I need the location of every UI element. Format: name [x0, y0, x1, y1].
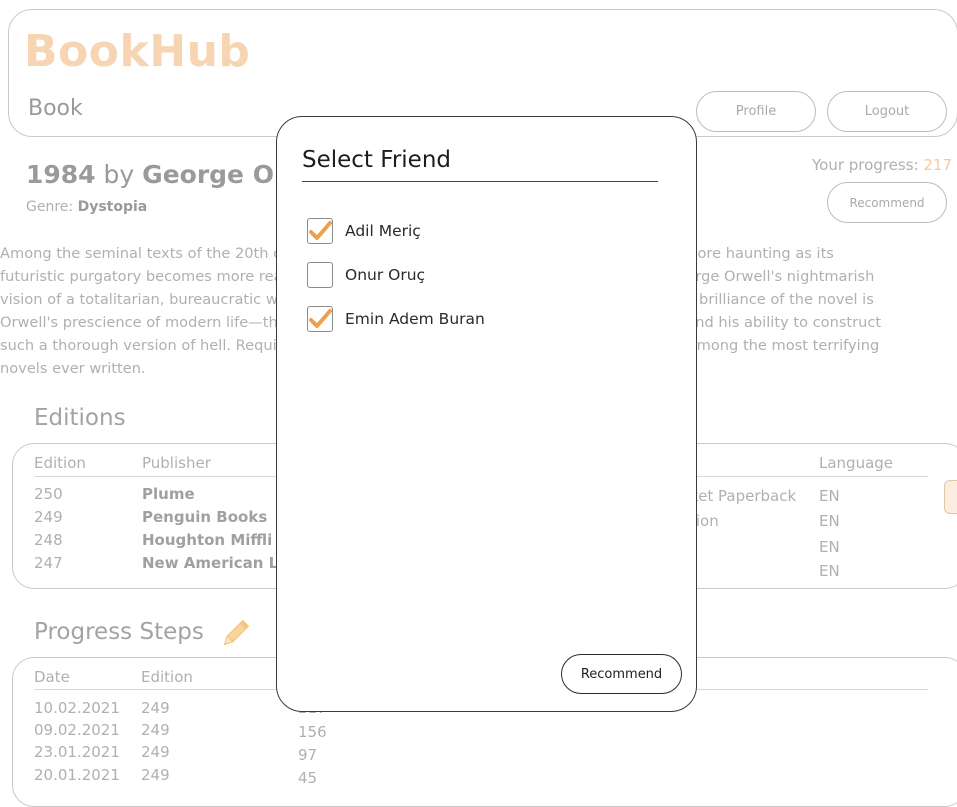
progress-label: Your progress:: [812, 156, 919, 174]
friend-item[interactable]: Emin Adem Buran: [307, 305, 485, 333]
friend-checkbox-checked[interactable]: [307, 218, 333, 244]
recommend-button[interactable]: Recommend: [827, 182, 947, 223]
genre-value: Dystopia: [77, 199, 148, 215]
progress-value: 217: [923, 156, 953, 174]
editions-col-edition: Edition: [34, 454, 86, 472]
logout-button[interactable]: Logout: [827, 91, 947, 132]
genre-label: Genre:: [26, 199, 74, 215]
friend-checkbox-checked[interactable]: [307, 306, 333, 332]
check-icon: [309, 309, 332, 328]
editions-col-publisher: Publisher: [142, 454, 211, 472]
progress-edition-cell: 249: [141, 766, 170, 784]
progress-page-cell: 45: [298, 769, 318, 787]
select-friend-modal: [276, 116, 697, 712]
progress-edition-cell: 249: [141, 721, 170, 739]
book-genre: Genre: Dystopia: [26, 199, 147, 215]
progress-date-cell: 10.02.2021: [34, 699, 120, 717]
language-cell: EN: [819, 487, 840, 505]
progress-date-cell: 23.01.2021: [34, 743, 120, 761]
profile-button[interactable]: Profile: [696, 91, 816, 132]
modal-recommend-button[interactable]: Recommend: [561, 654, 682, 694]
user-progress: Your progress: 217: [812, 156, 952, 174]
check-icon: [309, 221, 332, 240]
progress-steps-title: Progress Steps: [34, 619, 204, 645]
app-logo: BookHub: [24, 26, 251, 77]
friend-checkbox-unchecked[interactable]: [307, 262, 333, 288]
pencil-icon-graphic: [223, 619, 250, 646]
edition-cell: 248: [34, 531, 63, 549]
progress-edition-cell: 249: [141, 699, 170, 717]
language-cell: EN: [819, 538, 840, 556]
publisher-cell: Penguin Books: [142, 508, 268, 526]
publisher-cell: New American L: [142, 554, 279, 572]
editions-title: Editions: [34, 405, 126, 431]
modal-title: Select Friend: [302, 147, 451, 173]
progress-edition-cell: 249: [141, 743, 170, 761]
friend-name: Emin Adem Buran: [345, 310, 485, 328]
friend-name: Adil Meriç: [345, 222, 421, 240]
format-cell: ket Paperback: [690, 487, 797, 505]
publisher-cell: Houghton Miffli: [142, 531, 273, 549]
publisher-cell: Plume: [142, 485, 195, 503]
scroll-handle[interactable]: [944, 480, 957, 514]
progress-page-cell: 156: [298, 723, 327, 741]
edition-cell: 250: [34, 485, 63, 503]
book-by: by: [103, 160, 135, 189]
edition-cell: 249: [34, 508, 63, 526]
progress-col-edition: Edition: [141, 668, 193, 686]
progress-date-cell: 20.01.2021: [34, 766, 120, 784]
progress-col-date: Date: [34, 668, 70, 686]
friend-item[interactable]: Adil Meriç: [307, 217, 421, 245]
modal-title-divider: [302, 181, 658, 182]
edition-cell: 247: [34, 554, 63, 572]
editions-col-language: Language: [819, 454, 894, 472]
friend-name: Onur Oruç: [345, 266, 426, 284]
book-title: 1984: [26, 160, 96, 189]
progress-page-cell: 97: [298, 746, 318, 764]
page-title: Book: [28, 96, 83, 121]
progress-date-cell: 09.02.2021: [34, 721, 120, 739]
pencil-icon[interactable]: [218, 617, 252, 651]
language-cell: EN: [819, 512, 840, 530]
language-cell: EN: [819, 562, 840, 580]
friend-item[interactable]: Onur Oruç: [307, 261, 425, 289]
